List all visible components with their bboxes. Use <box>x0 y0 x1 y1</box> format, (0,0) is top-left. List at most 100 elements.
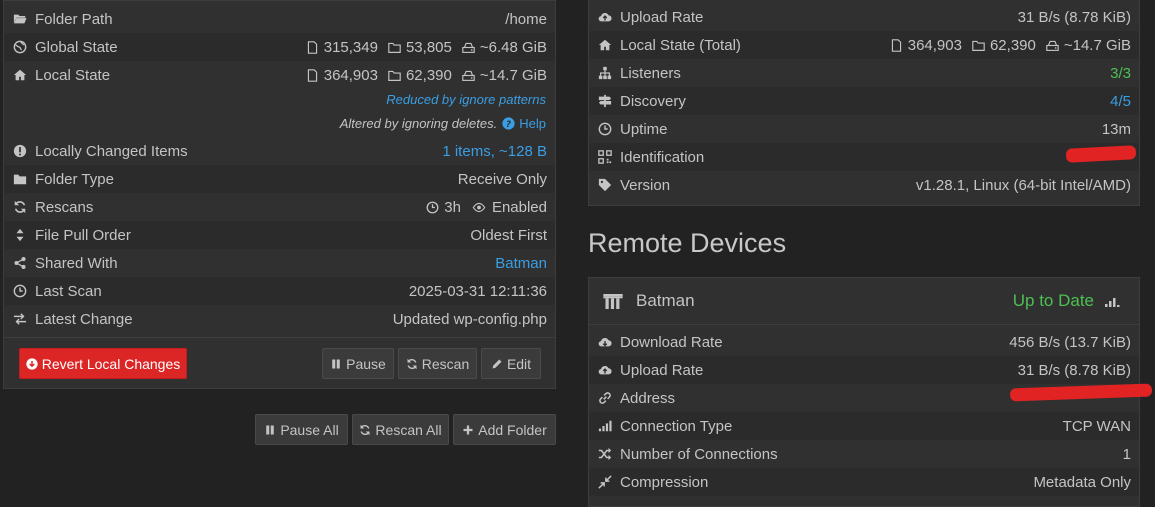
version-label: Version <box>620 176 671 194</box>
local-state-total-label: Local State (Total) <box>620 36 741 54</box>
clock-icon <box>13 284 27 298</box>
this-device-panel: Upload Rate 31 B/s (8.78 KiB) Local Stat… <box>588 0 1140 206</box>
pause-folder-button[interactable]: Pause <box>322 348 394 379</box>
locally-changed-label: Locally Changed Items <box>35 142 188 160</box>
global-state-row: Global State 315,349 53,805 ~6.48 GiB <box>4 33 555 61</box>
pull-order-label: File Pull Order <box>35 226 131 244</box>
latest-change-label: Latest Change <box>35 310 133 328</box>
address-label: Address <box>620 389 676 407</box>
upload-rate-label: Upload Rate <box>620 8 704 26</box>
file-icon <box>307 40 317 54</box>
folder-type-value: Receive Only <box>457 170 547 188</box>
folder-outline-icon <box>388 70 401 81</box>
compress-icon <box>598 475 612 489</box>
local-dirs-count: 62,390 <box>405 66 452 84</box>
identification-row: Identification <box>589 143 1139 171</box>
remote-device-status: Up to Date <box>1012 291 1094 310</box>
file-icon <box>891 38 901 52</box>
listeners-label: Listeners <box>620 64 681 82</box>
watch-status: Enabled <box>491 198 547 216</box>
hdd-icon <box>462 42 475 53</box>
shared-with-device-link[interactable]: Batman <box>495 255 547 272</box>
random-icon <box>598 447 612 461</box>
compression-value: Metadata Only <box>1033 473 1131 491</box>
pause-icon <box>266 425 275 434</box>
question-circle-icon[interactable]: ? <box>502 117 515 130</box>
discovery-value[interactable]: 4/5 <box>1110 93 1131 110</box>
remote-device-header[interactable]: Batman Up to Date <box>589 284 1139 318</box>
link-icon <box>598 391 612 405</box>
shared-with-label: Shared With <box>35 254 118 272</box>
pull-order-row: File Pull Order Oldest First <box>4 221 555 249</box>
help-link[interactable]: Help <box>519 116 546 131</box>
local-state-label: Local State <box>35 66 111 84</box>
listeners-value[interactable]: 3/3 <box>1110 65 1131 82</box>
reduced-note[interactable]: Reduced by ignore patterns <box>386 92 546 107</box>
qrcode-icon <box>598 150 612 164</box>
total-dirs-count: 62,390 <box>989 36 1036 54</box>
listeners-row: Listeners 3/3 <box>589 59 1139 87</box>
uptime-value: 13m <box>1101 120 1131 138</box>
download-rate-label: Download Rate <box>620 333 723 351</box>
uptime-row: Uptime 13m <box>589 115 1139 143</box>
last-scan-label: Last Scan <box>35 282 102 300</box>
sitemap-icon <box>598 66 612 80</box>
rescans-label: Rescans <box>35 198 94 216</box>
connection-type-value: TCP WAN <box>1062 417 1131 435</box>
identification-label: Identification <box>620 148 705 166</box>
folder-path-value: /home <box>505 10 547 28</box>
upload-rate-row: Upload Rate 31 B/s (8.78 KiB) <box>589 3 1139 31</box>
locally-changed-row: Locally Changed Items 1 items, ~128 B <box>4 137 555 165</box>
local-size: ~14.7 GiB <box>479 66 547 84</box>
home-icon <box>13 68 27 82</box>
signpost-icon <box>598 94 612 108</box>
global-dirs-count: 53,805 <box>405 38 452 56</box>
signal-strength-icon <box>1105 294 1121 308</box>
share-icon <box>13 256 27 270</box>
local-state-row: Local State 364,903 62,390 ~14.7 GiB <box>4 61 555 89</box>
version-row: Version v1.28.1, Linux (64-bit Intel/AMD… <box>589 171 1139 199</box>
pause-all-button[interactable]: Pause All <box>255 414 348 445</box>
cloud-download-icon <box>598 335 612 349</box>
revert-local-changes-button[interactable]: Revert Local Changes <box>19 348 187 379</box>
uptime-label: Uptime <box>620 120 668 138</box>
plus-icon <box>463 425 473 434</box>
device-icon <box>603 293 623 309</box>
eye-icon <box>472 202 486 212</box>
local-files-count: 364,903 <box>323 66 378 84</box>
upload-rate-value: 31 B/s (8.78 KiB) <box>1017 8 1131 26</box>
connection-type-row: Connection Type TCP WAN <box>589 412 1139 440</box>
folder-icon <box>13 172 27 186</box>
cloud-upload-icon <box>598 10 612 24</box>
folder-open-icon <box>13 12 27 26</box>
folder-type-label: Folder Type <box>35 170 114 188</box>
discovery-label: Discovery <box>620 92 686 110</box>
altered-note-line: Altered by ignoring deletes. ? Help <box>340 116 546 131</box>
pencil-icon <box>492 359 502 368</box>
remote-upload-rate-value: 31 B/s (8.78 KiB) <box>1017 361 1131 379</box>
cloud-upload-icon <box>598 363 612 377</box>
file-icon <box>307 68 317 82</box>
rescan-interval: 3h <box>444 198 461 216</box>
add-folder-button[interactable]: Add Folder <box>453 414 556 445</box>
refresh-icon <box>407 358 417 369</box>
latest-change-row: Latest Change Updated wp-config.php <box>4 305 555 333</box>
panel-footer-divider <box>4 337 555 338</box>
connection-type-label: Connection Type <box>620 417 733 435</box>
remote-upload-rate-row: Upload Rate 31 B/s (8.78 KiB) <box>589 356 1139 384</box>
connections-count-label: Number of Connections <box>620 445 778 463</box>
rescan-folder-button[interactable]: Rescan <box>398 348 477 379</box>
clock-icon <box>598 122 612 136</box>
edit-folder-button[interactable]: Edit <box>481 348 541 379</box>
exclamation-circle-icon <box>13 144 27 158</box>
refresh-icon <box>13 200 27 214</box>
svg-text:?: ? <box>506 120 511 130</box>
discovery-row: Discovery 4/5 <box>589 87 1139 115</box>
refresh-icon <box>360 424 370 435</box>
locally-changed-link[interactable]: 1 items, ~128 B <box>442 143 547 160</box>
tag-icon <box>598 178 612 192</box>
remote-devices-heading: Remote Devices <box>588 228 787 258</box>
rescan-all-button[interactable]: Rescan All <box>352 414 449 445</box>
local-state-total-row: Local State (Total) 364,903 62,390 ~14.7… <box>589 31 1139 59</box>
home-icon <box>598 38 612 52</box>
